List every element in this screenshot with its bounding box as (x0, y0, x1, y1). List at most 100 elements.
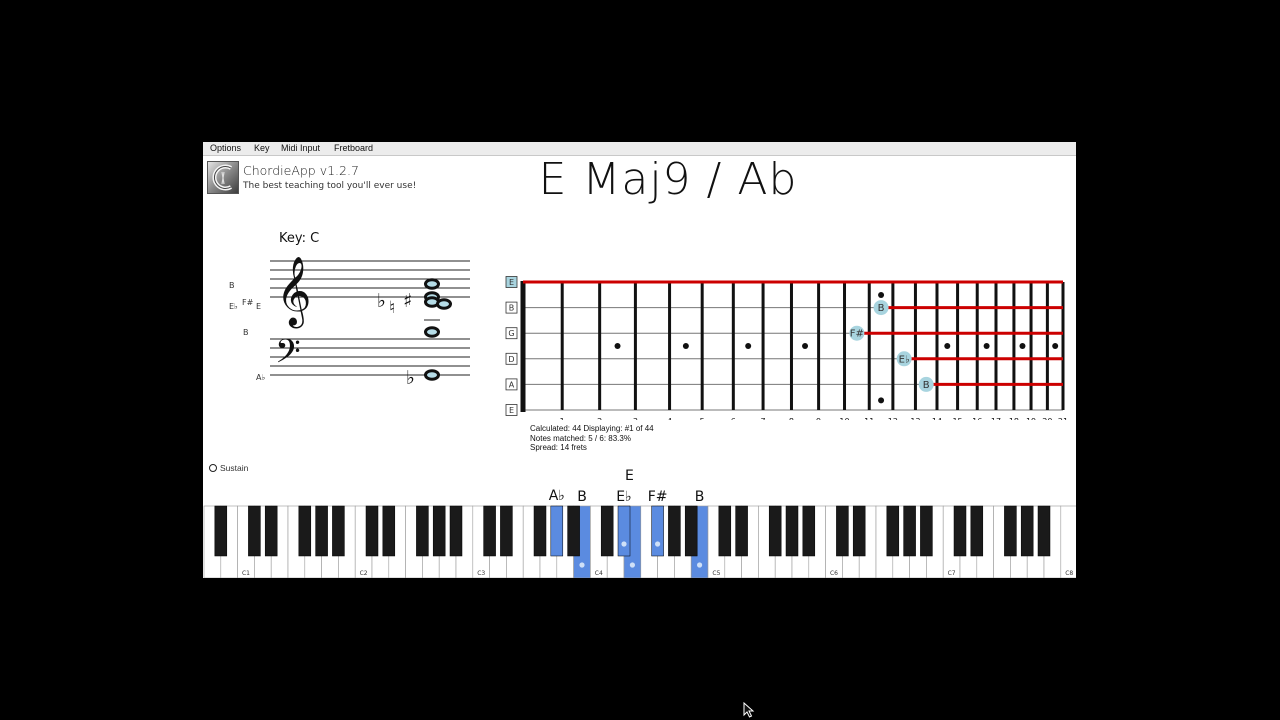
fret-number: 18 (1009, 417, 1019, 420)
piano-black-key[interactable] (903, 505, 916, 557)
chord-stats: Calculated: 44 Displaying: #1 of 44 Note… (530, 424, 654, 453)
piano-black-key[interactable] (332, 505, 345, 557)
piano-black-key[interactable] (1037, 505, 1051, 557)
piano-black-key[interactable] (264, 505, 278, 557)
keyboard-note-label: A♭ (549, 488, 565, 504)
staff-note-label: B (243, 328, 249, 337)
piano-black-key[interactable] (785, 505, 799, 557)
accidental-flat: ♭ (377, 290, 386, 312)
whole-note (424, 369, 440, 381)
keyboard-note-label: B (695, 489, 705, 505)
fret-number: 14 (932, 417, 942, 420)
piano-black-key[interactable] (483, 505, 496, 557)
piano-black-key[interactable] (1020, 505, 1034, 557)
fret-inlay-dot (983, 343, 990, 349)
whole-note (424, 326, 440, 338)
piano-black-key[interactable] (298, 505, 312, 557)
staff-note-label: F# (242, 298, 254, 307)
keyboard-note-label: B (577, 489, 587, 505)
piano-black-key[interactable] (718, 505, 732, 557)
fretted-note-label: B (923, 380, 930, 391)
staff-note-label: A♭ (256, 373, 265, 382)
piano-black-key[interactable] (970, 505, 984, 557)
piano-black-key[interactable] (449, 505, 463, 557)
octave-label: C5 (712, 570, 720, 577)
piano-black-key[interactable] (248, 505, 261, 557)
fret-number: 5 (700, 417, 705, 420)
piano-black-key[interactable] (432, 505, 446, 557)
fret-number: 16 (972, 417, 982, 420)
piano-black-key[interactable] (382, 505, 396, 557)
fretted-note-label: F# (850, 329, 864, 340)
fret-number: 8 (789, 417, 794, 420)
string-label: G (508, 329, 514, 338)
keyboard-note-label: E (625, 468, 634, 484)
fretboard: BF#E♭B EBGDAE 12345678910111213141516171… (505, 276, 1068, 420)
fret-inlay-dot (802, 343, 809, 349)
staff-note-label: B (229, 281, 235, 290)
string-label: B (509, 304, 515, 313)
piano-black-key[interactable] (684, 505, 698, 557)
fret-number: 21 (1058, 417, 1068, 420)
stats-notes-matched: Notes matched: 5 / 6: 83.3% (530, 433, 631, 443)
piano-black-key[interactable] (768, 505, 782, 557)
staff-note-label: E♭ (229, 302, 238, 311)
fret-number: 1 (560, 417, 565, 420)
piano-black-key[interactable] (617, 505, 631, 557)
app-window: Options Key Midi Input Fretboard Chordie… (203, 142, 1076, 578)
fret-number: 9 (816, 417, 821, 420)
fret-inlay-dot (682, 343, 689, 349)
stats-calculated: Calculated: 44 Displaying: #1 of 44 (530, 424, 654, 433)
keyboard-note-label: E♭ (616, 489, 631, 505)
octave-label: C7 (948, 570, 956, 577)
bass-clef-icon: 𝄢 (275, 333, 301, 379)
piano-black-key[interactable] (214, 505, 228, 557)
key-pressed-dot (621, 541, 627, 547)
piano-black-key[interactable] (802, 505, 816, 557)
piano-black-key[interactable] (953, 505, 967, 557)
key-pressed-dot (629, 562, 635, 568)
piano-black-key[interactable] (500, 505, 513, 557)
key-pressed-dot (579, 562, 585, 568)
fret-number: 11 (864, 417, 874, 420)
accidental-sharp: ♯ (403, 290, 412, 312)
piano-black-key[interactable] (567, 505, 580, 557)
fret-number: 13 (910, 417, 920, 420)
piano-black-key[interactable] (533, 505, 547, 557)
piano-black-key[interactable] (886, 505, 900, 557)
piano-black-key[interactable] (550, 505, 564, 557)
piano-black-key[interactable] (651, 505, 664, 557)
fret-inlay-dot (878, 397, 885, 404)
piano-black-key[interactable] (1004, 505, 1017, 557)
string-label: D (508, 355, 514, 364)
piano-white-key[interactable] (1060, 505, 1076, 578)
piano-black-key[interactable] (836, 505, 849, 557)
menu-midi-input[interactable]: Midi Input (281, 142, 320, 155)
octave-label: C8 (1065, 570, 1073, 577)
staff-notes (424, 278, 452, 381)
fret-inlay-dot (944, 343, 951, 349)
menu-key[interactable]: Key (254, 142, 270, 155)
piano-black-key[interactable] (735, 505, 748, 557)
stats-spread: Spread: 14 frets (530, 443, 587, 452)
accidental-natural: ♮ (389, 298, 395, 318)
menu-options[interactable]: Options (210, 142, 241, 155)
fret-number: 20 (1042, 417, 1052, 420)
menu-fretboard[interactable]: Fretboard (334, 142, 373, 155)
octave-label: C4 (595, 570, 603, 577)
fret-inlay-dot (1019, 343, 1026, 349)
whole-note (436, 298, 452, 310)
piano-black-key[interactable] (920, 505, 933, 557)
piano-black-key[interactable] (315, 505, 328, 557)
piano-black-key[interactable] (600, 505, 614, 557)
app-tagline: The best teaching tool you'll ever use! (243, 181, 417, 191)
fret-number: 7 (761, 417, 766, 420)
piano-black-key[interactable] (668, 505, 681, 557)
piano-black-key[interactable] (416, 505, 429, 557)
piano-black-key[interactable] (852, 505, 866, 557)
accidental-flat: ♭ (406, 367, 415, 389)
app-title: ChordieApp v1.2.7 (243, 163, 359, 178)
key-pressed-dot (655, 541, 661, 547)
piano-black-key[interactable] (365, 505, 379, 557)
fret-inlay-dot (1052, 343, 1059, 349)
